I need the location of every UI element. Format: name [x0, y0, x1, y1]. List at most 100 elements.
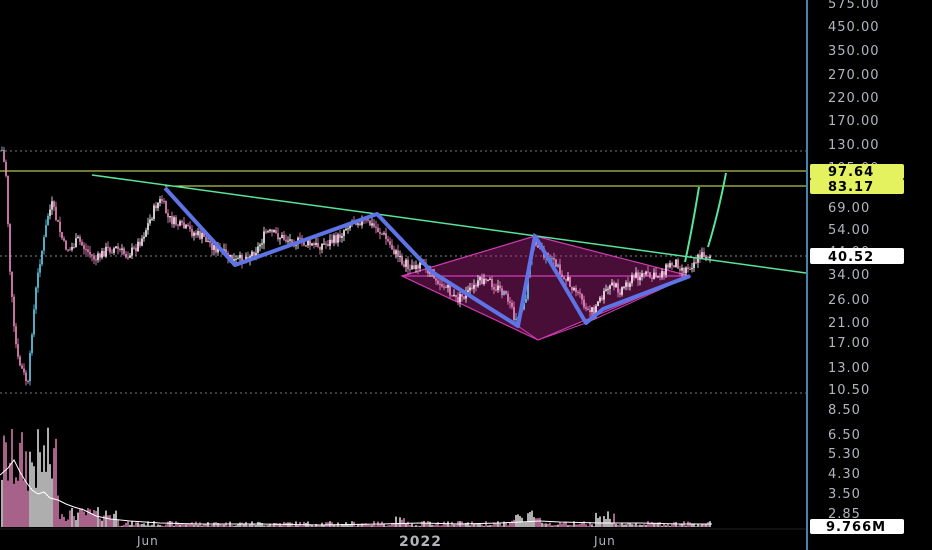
- volume-bar: [249, 524, 251, 527]
- candle-body: [379, 232, 381, 234]
- candle-body: [703, 252, 705, 258]
- candle-body: [501, 288, 503, 296]
- volume-bar: [545, 523, 547, 527]
- candle-body: [651, 277, 653, 279]
- volume-bar: [91, 513, 93, 527]
- volume-bar: [413, 525, 415, 527]
- volume-bar: [615, 523, 617, 527]
- volume-bar: [595, 512, 597, 527]
- badge-volume: 9.766M: [810, 519, 904, 535]
- volume-bar: [515, 514, 517, 527]
- candle-body: [593, 307, 595, 315]
- projection-curve-right[interactable]: [707, 172, 727, 248]
- candle-body: [471, 287, 473, 289]
- volume-bar: [1, 479, 3, 527]
- candle-body: [611, 282, 613, 286]
- volume-bar: [577, 524, 579, 527]
- volume-bar: [185, 524, 187, 527]
- volume-bar: [661, 525, 663, 527]
- candle-body: [411, 265, 413, 270]
- volume-moving-average: [0, 459, 712, 526]
- candle-body: [167, 213, 169, 218]
- candle-body: [387, 239, 389, 242]
- volume-bar: [311, 525, 313, 527]
- candle-body: [283, 234, 285, 240]
- candle-body: [113, 248, 115, 253]
- volume-bar: [579, 523, 581, 527]
- candle-body: [165, 201, 167, 214]
- candle-body: [485, 278, 487, 281]
- volume-bar: [507, 525, 509, 527]
- volume-bar: [21, 432, 23, 527]
- candle-body: [33, 309, 35, 335]
- volume-bar: [593, 525, 595, 527]
- volume-bar: [677, 525, 679, 527]
- volume-bar: [509, 522, 511, 527]
- candle-body: [457, 297, 459, 303]
- y-tick-label: 170.00: [828, 114, 880, 129]
- volume-bar: [553, 525, 555, 527]
- volume-bar: [149, 525, 151, 527]
- volume-bar: [375, 525, 377, 527]
- candle-body: [321, 243, 323, 250]
- volume-bar: [525, 521, 527, 527]
- volume-bar: [31, 462, 33, 527]
- volume-bar: [421, 521, 423, 527]
- volume-bar: [443, 521, 445, 527]
- candle-body: [383, 233, 385, 235]
- volume-bar: [549, 522, 551, 527]
- candle-body: [691, 268, 693, 270]
- volume-bar: [447, 521, 449, 527]
- candle-body: [607, 288, 609, 290]
- volume-bar: [487, 525, 489, 527]
- volume-bar: [77, 512, 79, 527]
- volume-bar: [501, 525, 503, 527]
- candle-body: [419, 262, 421, 269]
- candle-body: [205, 236, 207, 243]
- volume-bar: [673, 522, 675, 527]
- volume-bar: [617, 524, 619, 527]
- candle-body: [37, 272, 39, 288]
- volume-bar: [371, 525, 373, 527]
- volume-bar: [165, 524, 167, 527]
- candle-body: [251, 251, 253, 257]
- candle-body: [513, 307, 515, 321]
- candle-body: [401, 256, 403, 265]
- volume-bar: [417, 525, 419, 527]
- candle-body: [645, 271, 647, 275]
- volume-bar: [111, 518, 113, 527]
- candle-body: [693, 262, 695, 269]
- candle-body: [299, 237, 301, 239]
- candle-body: [179, 221, 181, 226]
- candle-body: [511, 302, 513, 308]
- volume-bar: [35, 487, 37, 527]
- candle-body: [393, 249, 395, 255]
- candle-body: [121, 248, 123, 250]
- candle-body: [157, 202, 159, 209]
- volume-bar: [633, 524, 635, 527]
- candle-body: [273, 230, 275, 233]
- volume-bar: [527, 513, 529, 527]
- volume-bar: [497, 521, 499, 527]
- candle-body: [177, 224, 179, 226]
- volume-bar: [85, 515, 87, 527]
- candle-body: [489, 278, 491, 280]
- volume-bar: [13, 483, 15, 527]
- volume-bar: [429, 521, 431, 527]
- volume-bar: [471, 521, 473, 527]
- volume-bar: [357, 524, 359, 527]
- chart-canvas[interactable]: 575.00 450.00 350.00 270.00 220.00 170.00 130.…: [0, 0, 932, 550]
- candle-body: [375, 226, 377, 228]
- projection-curve-left[interactable]: [684, 186, 700, 263]
- candle-body: [487, 279, 489, 281]
- volume-bar: [551, 525, 553, 527]
- y-tick-label: 220.00: [828, 91, 880, 106]
- candle-body: [557, 264, 559, 267]
- candle-body: [139, 241, 141, 246]
- volume-bar: [141, 524, 143, 527]
- volume-bar: [625, 524, 627, 527]
- volume-bar: [431, 524, 433, 527]
- candle-body: [569, 277, 571, 287]
- volume-bar: [39, 452, 41, 527]
- candle-body: [169, 216, 171, 218]
